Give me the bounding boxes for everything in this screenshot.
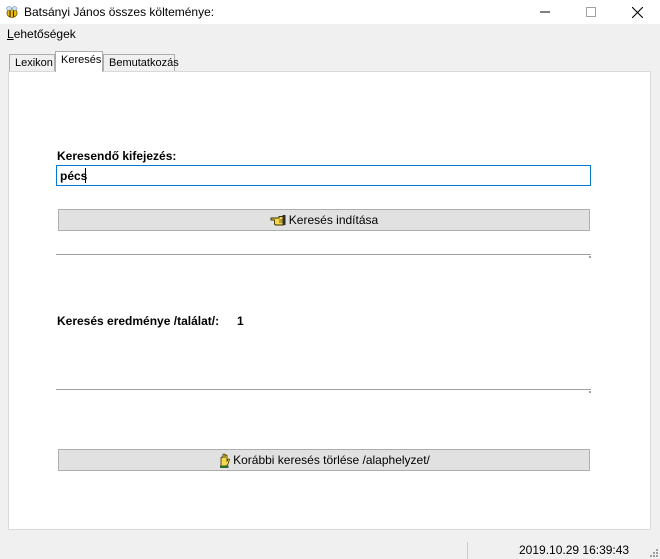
text-caret [85, 168, 86, 183]
minimize-icon [540, 11, 550, 13]
separator-line [56, 254, 591, 258]
resize-grip-icon[interactable] [648, 547, 658, 557]
start-search-button[interactable]: Keresés indítása [58, 209, 590, 231]
minimize-button[interactable] [522, 0, 568, 24]
clear-search-button[interactable]: Korábbi keresés törlése /alaphelyzet/ [58, 449, 590, 471]
separator-end [589, 391, 591, 393]
close-icon [631, 6, 643, 18]
search-input[interactable] [56, 165, 591, 186]
maximize-icon [586, 7, 596, 17]
menu-item-accelerator: L [7, 27, 14, 41]
tab-kereses[interactable]: Keresés [55, 51, 103, 72]
title-bar: Batsányi János összes költeménye: [0, 0, 660, 24]
close-button[interactable] [614, 0, 660, 24]
menu-bar: Lehetőségek [0, 24, 660, 44]
window-title: Batsányi János összes költeménye: [24, 5, 215, 19]
menu-item-options[interactable]: Lehetőségek [7, 27, 76, 41]
status-bar: 2019.10.29 16:39:43 [0, 540, 660, 559]
pointing-hand-icon [270, 215, 286, 226]
result-count: 1 [237, 314, 244, 328]
start-search-label: Keresés indítása [288, 213, 379, 227]
raised-hand-icon [220, 453, 231, 468]
tab-lexikon[interactable]: Lexikon [9, 54, 55, 72]
app-bee-icon [6, 6, 18, 18]
separator-end [589, 256, 591, 258]
search-label: Keresendő kifejezés: [57, 149, 177, 163]
status-datetime: 2019.10.29 16:39:43 [519, 543, 630, 557]
menu-item-label: ehetőségek [13, 27, 76, 41]
clear-search-label: Korábbi keresés törlése /alaphelyzet/ [233, 453, 430, 467]
maximize-button[interactable] [568, 0, 614, 24]
status-divider [467, 542, 468, 559]
tab-bemutatkozas[interactable]: Bemutatkozás [103, 54, 179, 72]
separator-line [56, 389, 591, 393]
result-label: Keresés eredménye /találat/: [57, 314, 220, 328]
